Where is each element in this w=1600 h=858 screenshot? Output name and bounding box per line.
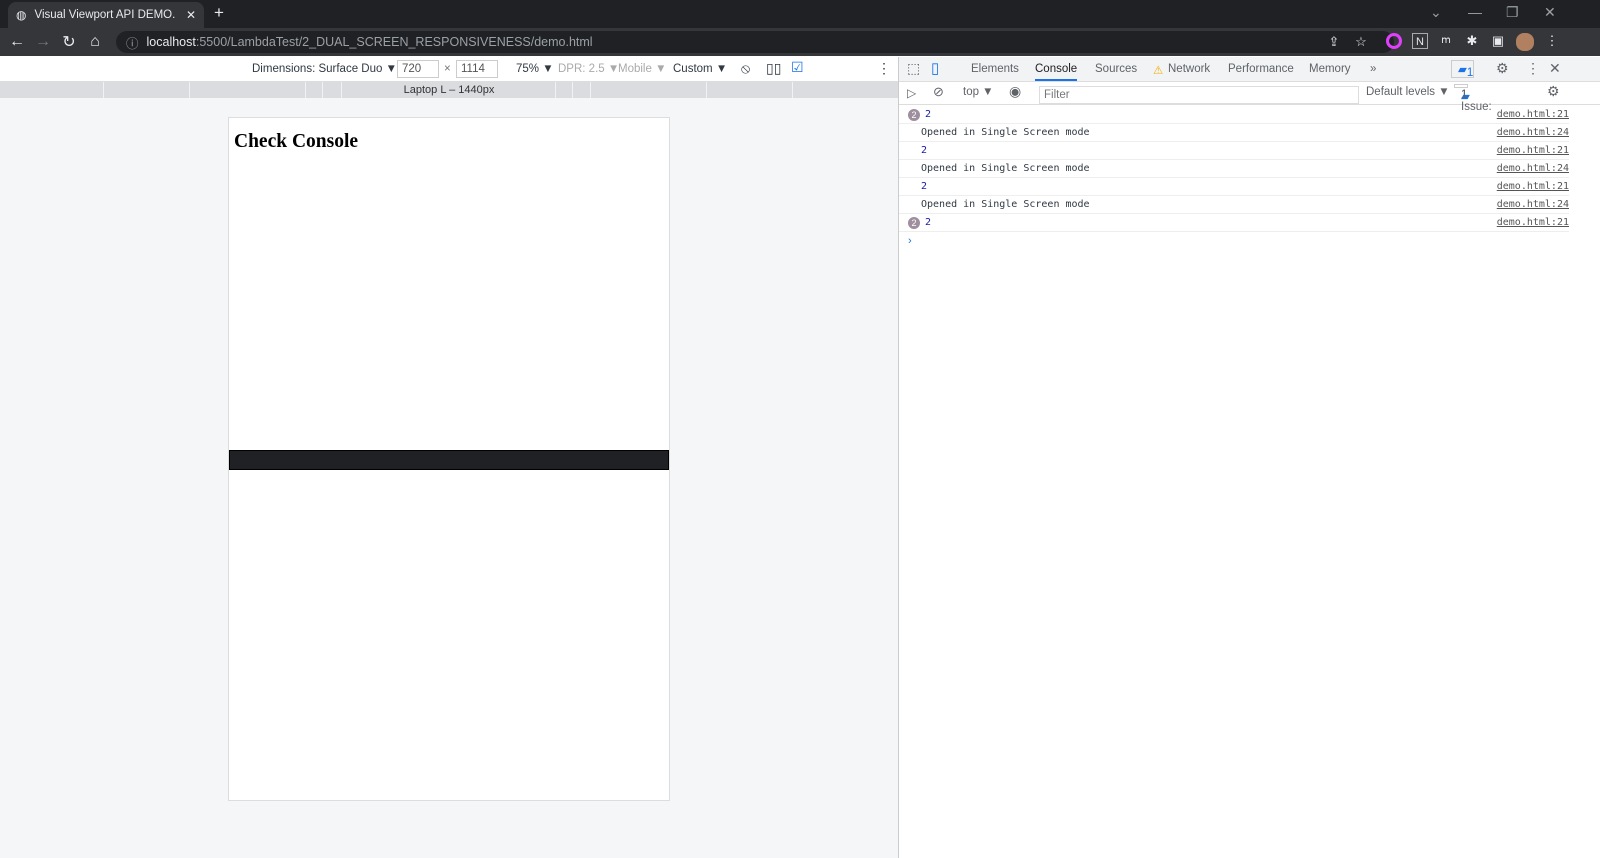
console-message: 2 2 demo.html:21 xyxy=(899,214,1569,232)
tab-console[interactable]: Console xyxy=(1035,63,1078,81)
source-link[interactable]: demo.html:21 xyxy=(1497,214,1569,232)
source-link[interactable]: demo.html:24 xyxy=(1497,160,1569,178)
custom-select[interactable]: Custom ▼ xyxy=(673,63,727,75)
menu-icon[interactable]: ⋮ xyxy=(1544,33,1560,49)
source-link[interactable]: demo.html:21 xyxy=(1497,142,1569,160)
minimize-icon[interactable]: — xyxy=(1468,4,1482,20)
issues-badge-count: 1 xyxy=(1466,67,1474,79)
tab-search-icon[interactable]: ⌄ xyxy=(1430,4,1442,21)
device-toggle-icon[interactable]: ▯ xyxy=(931,59,939,77)
color-extension-icon[interactable] xyxy=(1386,33,1402,49)
console-message: Opened in Single Screen mode demo.html:24 xyxy=(899,160,1569,178)
console-message: 2 2 demo.html:21 xyxy=(899,106,1569,124)
devtools-panel: ⬚ ▯ Elements Console Sources ⚠ Network P… xyxy=(898,57,1600,858)
message-text: 2 xyxy=(925,217,932,228)
ruler-label: Laptop L – 1440px xyxy=(403,84,495,96)
tab-strip: ◍ Visual Viewport API DEMO. ✕ + ⌄ — ❐ ✕ xyxy=(0,0,1600,28)
screen-hinge xyxy=(229,450,669,470)
home-icon[interactable]: ⌂ xyxy=(82,33,108,51)
side-panel-icon[interactable]: ▣ xyxy=(1490,33,1506,49)
tab-elements[interactable]: Elements xyxy=(971,63,1019,75)
console-message: Opened in Single Screen mode demo.html:24 xyxy=(899,196,1569,214)
device-frame: Check Console xyxy=(228,117,670,801)
close-window-icon[interactable]: ✕ xyxy=(1544,4,1556,21)
message-text: 2 xyxy=(921,181,928,192)
issues-button[interactable]: ▰ 1 xyxy=(1451,60,1474,79)
message-text: Opened in Single Screen mode xyxy=(921,163,1090,174)
more-options-icon[interactable]: ⋮ xyxy=(877,60,891,77)
issues-count-button[interactable]: 1 Issue: ▰ 1 xyxy=(1454,84,1492,113)
width-input[interactable]: 720 xyxy=(397,60,439,78)
close-tab-icon[interactable]: ✕ xyxy=(186,8,196,22)
source-link[interactable]: demo.html:24 xyxy=(1497,124,1569,142)
device-toolbar: Dimensions: Surface Duo ▼ 720 × 1114 75%… xyxy=(0,57,898,82)
back-icon[interactable]: ← xyxy=(4,33,30,51)
tab-memory[interactable]: Memory xyxy=(1309,63,1351,75)
notion-extension-icon[interactable]: N xyxy=(1412,33,1428,49)
info-icon: ⓘ xyxy=(126,36,139,51)
zoom-select[interactable]: 75% ▼ xyxy=(516,63,554,75)
close-devtools-icon[interactable]: ✕ xyxy=(1549,60,1561,77)
devtools-menu-icon[interactable]: ⋮ xyxy=(1526,60,1540,77)
repeat-count-badge: 2 xyxy=(908,217,920,229)
height-input[interactable]: 1114 xyxy=(456,60,498,78)
avatar[interactable] xyxy=(1516,33,1534,51)
new-tab-icon[interactable]: + xyxy=(214,3,224,23)
message-text: 2 xyxy=(921,145,928,156)
extension-icon[interactable]: ⅿ xyxy=(1438,33,1454,49)
dual-screen-icon[interactable]: ▯▯ xyxy=(766,60,781,77)
media-query-ruler[interactable]: Laptop L – 1440px xyxy=(0,82,898,98)
puzzle-extensions-icon[interactable]: ✱ xyxy=(1464,33,1480,49)
address-bar-row: ← → ↻ ⌂ ⓘ localhost:5500/LambdaTest/2_DU… xyxy=(0,28,1600,56)
warning-icon: ⚠ xyxy=(1153,65,1164,77)
console-message: 2 demo.html:21 xyxy=(899,178,1569,196)
rotate-icon[interactable]: ⦸ xyxy=(741,60,750,77)
tab-performance[interactable]: Performance xyxy=(1228,63,1294,75)
browser-tab[interactable]: ◍ Visual Viewport API DEMO. ✕ xyxy=(8,2,204,28)
source-link[interactable]: demo.html:21 xyxy=(1497,106,1569,124)
context-select[interactable]: top ▼ xyxy=(963,86,994,98)
sidebar-toggle-icon[interactable]: ▷ xyxy=(907,86,916,100)
mobile-select[interactable]: Mobile ▼ xyxy=(618,63,666,75)
console-message: 2 demo.html:21 xyxy=(899,142,1569,160)
message-text: Opened in Single Screen mode xyxy=(921,127,1090,138)
experimental-icon[interactable]: ☑ xyxy=(791,59,804,76)
tab-sources[interactable]: Sources xyxy=(1095,63,1137,75)
filter-input[interactable]: Filter xyxy=(1039,86,1359,104)
globe-icon: ◍ xyxy=(16,8,27,22)
url-path: :5500/LambdaTest/2_DUAL_SCREEN_RESPONSIV… xyxy=(195,35,593,49)
bookmark-star-icon[interactable]: ☆ xyxy=(1353,34,1369,50)
repeat-count-badge: 2 xyxy=(908,109,920,121)
times-sign: × xyxy=(444,63,451,75)
restore-icon[interactable]: ❐ xyxy=(1506,4,1519,21)
reload-icon[interactable]: ↻ xyxy=(56,32,82,52)
url-text: localhost:5500/LambdaTest/2_DUAL_SCREEN_… xyxy=(147,35,593,49)
console-toolbar: ▷ ⊘ top ▼ ◉ Filter Default levels ▼ 1 Is… xyxy=(899,82,1600,113)
url-host: localhost xyxy=(146,35,196,49)
url-input[interactable]: ⓘ localhost:5500/LambdaTest/2_DUAL_SCREE… xyxy=(116,31,1394,53)
console-settings-icon[interactable]: ⚙ xyxy=(1547,83,1560,100)
issues-count: 1 xyxy=(1461,89,1468,101)
dimensions-select[interactable]: Dimensions: Surface Duo ▼ xyxy=(252,63,397,75)
console-message: Opened in Single Screen mode demo.html:24 xyxy=(899,124,1569,142)
source-link[interactable]: demo.html:21 xyxy=(1497,178,1569,196)
tab-title: Visual Viewport API DEMO. xyxy=(34,9,176,21)
devtools-tabbar: ⬚ ▯ Elements Console Sources ⚠ Network P… xyxy=(899,57,1600,82)
tab-network[interactable]: Network xyxy=(1168,63,1210,75)
more-tabs-icon[interactable]: » xyxy=(1370,63,1376,75)
source-link[interactable]: demo.html:24 xyxy=(1497,196,1569,214)
log-levels-select[interactable]: Default levels ▼ xyxy=(1366,86,1450,98)
eye-icon[interactable]: ◉ xyxy=(1009,83,1021,100)
forward-icon[interactable]: → xyxy=(30,33,56,51)
inspect-icon[interactable]: ⬚ xyxy=(907,60,920,77)
dpr-select[interactable]: DPR: 2.5 ▼ xyxy=(558,63,619,75)
settings-icon[interactable]: ⚙ xyxy=(1496,60,1509,77)
page-heading: Check Console xyxy=(234,131,359,152)
clear-console-icon[interactable]: ⊘ xyxy=(933,84,944,100)
message-text: Opened in Single Screen mode xyxy=(921,199,1090,210)
console-prompt-icon[interactable]: › xyxy=(908,235,912,247)
share-icon[interactable]: ⇪ xyxy=(1326,34,1342,50)
message-text: 2 xyxy=(925,109,932,120)
